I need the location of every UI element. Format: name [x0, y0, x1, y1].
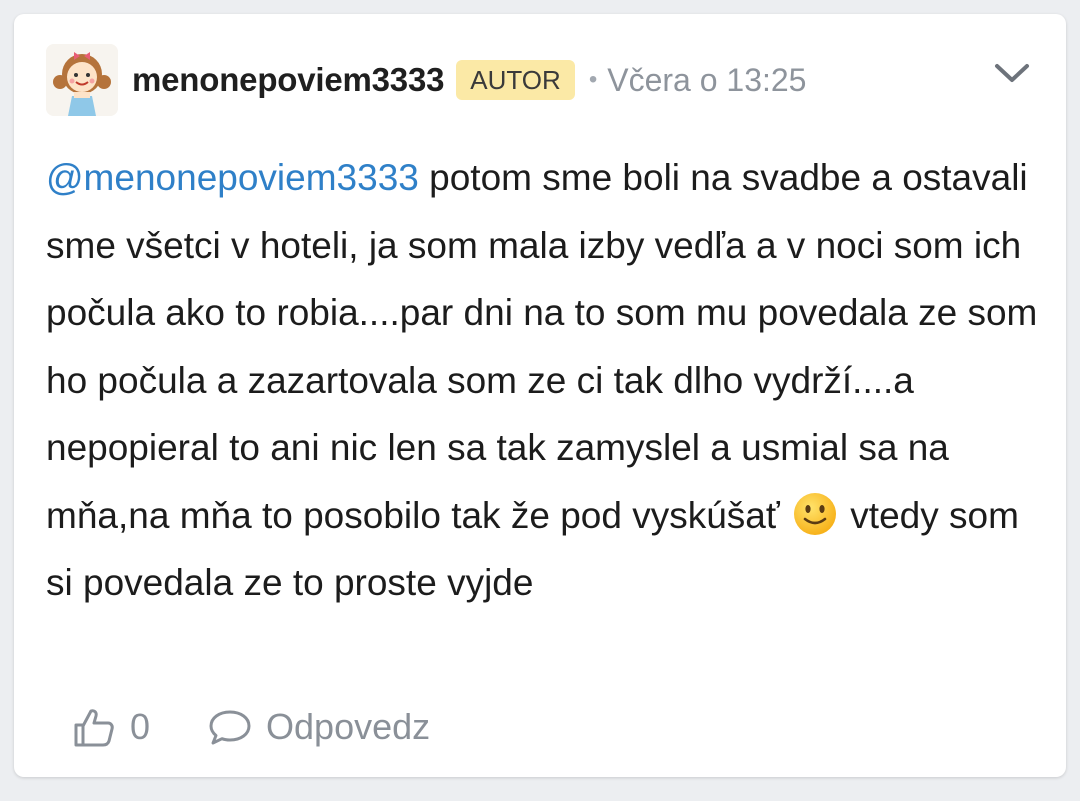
- comment-text-part-1: potom sme boli na svadbe a ostavali sme …: [46, 157, 1038, 536]
- thumbs-up-icon: [74, 709, 114, 747]
- reply-button[interactable]: Odpovedz: [208, 706, 430, 748]
- speech-bubble-icon: [209, 710, 251, 745]
- comment-card: menonepoviem3333 AUTOR • Včera o 13:25 @…: [14, 14, 1066, 777]
- comment-body: @menonepoviem3333 potom sme boli na svad…: [46, 144, 1046, 617]
- mention-link[interactable]: @menonepoviem3333: [46, 157, 419, 198]
- menu-button[interactable]: [992, 53, 1032, 93]
- like-button[interactable]: 0: [72, 705, 150, 749]
- like-count: 0: [130, 706, 151, 747]
- chevron-down-icon: [995, 64, 1029, 82]
- reply-label: Odpovedz: [266, 706, 431, 747]
- slightly-smiling-face-emoji: [794, 492, 837, 535]
- comment-header: menonepoviem3333 AUTOR • Včera o 13:25: [46, 43, 1040, 117]
- author-badge: AUTOR: [456, 60, 575, 100]
- timestamp: Včera o 13:25: [607, 61, 807, 98]
- avatar-image: [46, 44, 118, 116]
- comment-actions: 0 Odpovedz: [72, 702, 430, 752]
- separator-dot: •: [588, 66, 598, 93]
- avatar[interactable]: [46, 44, 118, 116]
- author-name[interactable]: menonepoviem3333: [132, 61, 444, 99]
